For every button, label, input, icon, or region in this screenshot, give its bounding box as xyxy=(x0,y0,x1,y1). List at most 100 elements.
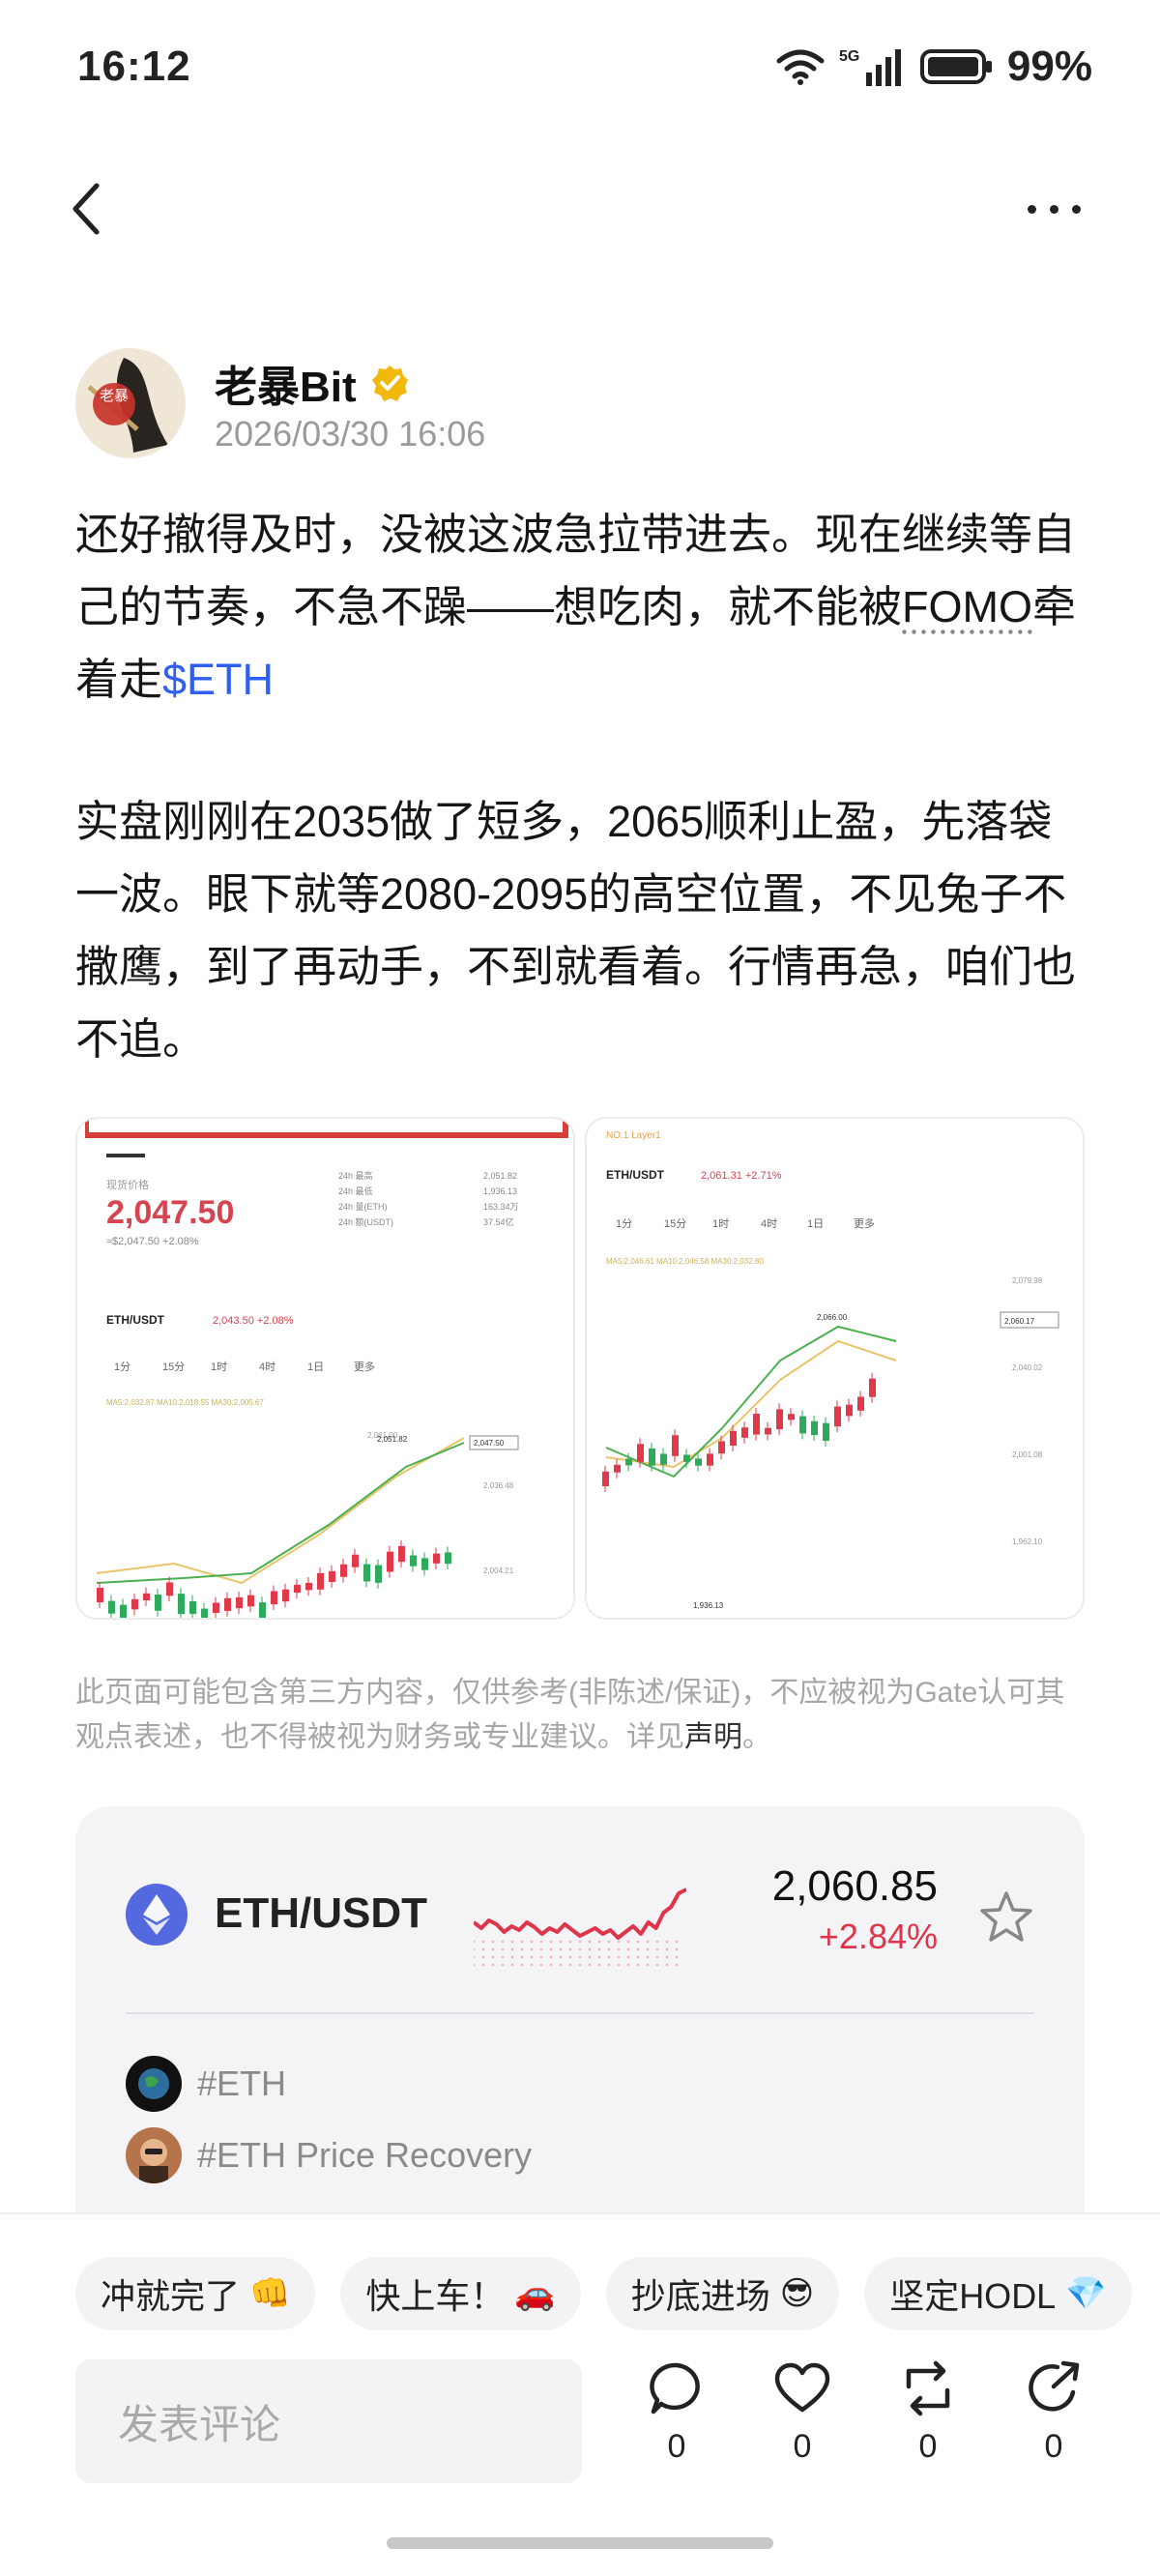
sparkline-dot xyxy=(549,1963,553,1967)
svg-text:24h 最高: 24h 最高 xyxy=(338,1170,373,1181)
candle-body xyxy=(637,1444,644,1462)
svg-text:4时: 4时 xyxy=(259,1361,276,1373)
svg-text:1,936.13: 1,936.13 xyxy=(693,1601,724,1610)
topic-item[interactable]: #ETH Price Recovery xyxy=(126,2127,532,2183)
sparkline-dot xyxy=(559,1963,563,1967)
svg-text:4时: 4时 xyxy=(761,1217,777,1230)
sparkline-dot xyxy=(491,1940,495,1944)
svg-text:2,043.50 +2.08%: 2,043.50 +2.08% xyxy=(213,1315,294,1327)
sparkline-dot xyxy=(665,1955,669,1959)
svg-text:15分: 15分 xyxy=(664,1217,686,1230)
sparkline-dot xyxy=(607,1940,611,1944)
candle-body xyxy=(398,1545,405,1563)
svg-text:2,047.50: 2,047.50 xyxy=(474,1439,505,1448)
sparkline-dot xyxy=(501,1963,505,1967)
candle-body xyxy=(155,1595,161,1611)
quick-reply-chip[interactable]: 抄底进场 😎 xyxy=(605,2257,840,2330)
more-dots-icon xyxy=(1027,204,1036,214)
post-image-1[interactable]: 现货价格 2,047.50 ≈$2,047.50 +2.08% 24h 最高 2,… xyxy=(75,1117,575,1620)
topic-item[interactable]: #ETH xyxy=(126,2056,286,2112)
candle-body xyxy=(788,1414,795,1420)
disclaimer-text: 此页面可能包含第三方内容，仅供参考(非陈述/保证)，不应被视为Gate认可其观点… xyxy=(75,1677,1065,1753)
sparkline-dot xyxy=(675,1963,679,1967)
svg-text:1时: 1时 xyxy=(712,1217,729,1230)
more-dots-icon xyxy=(1071,204,1081,214)
sparkline-dot xyxy=(597,1955,601,1959)
sparkline-dot xyxy=(501,1955,505,1959)
author-name[interactable]: 老暴Bit xyxy=(215,352,409,414)
statement-link[interactable]: 声明 xyxy=(684,1721,742,1753)
candle-body xyxy=(143,1593,150,1601)
candle-body xyxy=(108,1600,115,1614)
sparkline-dot xyxy=(520,1955,524,1959)
fomo-term-link[interactable]: FOMO xyxy=(902,582,1032,631)
eth-tag-link[interactable]: $ETH xyxy=(162,655,274,704)
candle-body xyxy=(445,1552,451,1565)
candle-body xyxy=(340,1564,347,1577)
sparkline-dot xyxy=(588,1955,592,1959)
comment-input[interactable]: 发表评论 xyxy=(75,2359,582,2483)
quick-reply-chip[interactable]: 坚定HODL 💎 xyxy=(864,2257,1132,2330)
sparkline-dot xyxy=(474,1963,476,1967)
wifi-icon xyxy=(776,49,825,85)
sparkline-dot xyxy=(491,1947,495,1951)
candle-body xyxy=(224,1597,231,1611)
sparkline-dot xyxy=(501,1940,505,1944)
verified-badge-icon xyxy=(371,366,408,401)
sparkline-dot xyxy=(474,1947,476,1951)
svg-text:24h 额(USDT): 24h 额(USDT) xyxy=(338,1216,393,1227)
svg-text:15分: 15分 xyxy=(162,1361,185,1373)
favorite-button[interactable] xyxy=(978,1889,1034,1950)
share-button[interactable]: 0 xyxy=(1015,2359,1092,2466)
quick-reply-chip[interactable]: 冲就完了 👊 xyxy=(75,2257,316,2330)
repost-button[interactable]: 0 xyxy=(889,2359,967,2466)
candle-body xyxy=(236,1596,243,1609)
quick-reply-chip[interactable]: 快上车！ 🚗 xyxy=(340,2257,581,2330)
share-icon xyxy=(1029,2360,1080,2412)
market-card[interactable]: ETH/USDT 2,060.85 +2.84% #ETH #ETH Price… xyxy=(75,1806,1085,2270)
candle-body xyxy=(649,1448,655,1466)
sparkline-dot xyxy=(578,1947,582,1951)
post-images: 现货价格 2,047.50 ≈$2,047.50 +2.08% 24h 最高 2,… xyxy=(75,1117,1085,1620)
avatar[interactable]: 老暴 xyxy=(75,348,186,458)
sparkline-dot xyxy=(636,1947,640,1951)
post-image-2[interactable]: NO.1 Layer1 ETH/USDT 2,061.31 +2.71% 1分 … xyxy=(585,1117,1085,1620)
sparkline-dot xyxy=(665,1963,669,1967)
like-button[interactable]: 0 xyxy=(764,2359,841,2466)
svg-text:1分: 1分 xyxy=(114,1361,130,1373)
diamond-emoji-icon: 💎 xyxy=(1065,2274,1107,2313)
sparkline-dot xyxy=(520,1947,524,1951)
sparkline-dot xyxy=(636,1940,640,1944)
sparkline-dot xyxy=(539,1963,543,1967)
nav-bar xyxy=(0,164,1160,251)
sparkline-dot xyxy=(568,1947,572,1951)
comment-button[interactable]: 0 xyxy=(638,2359,715,2466)
author-name-text: 老暴Bit xyxy=(215,364,357,411)
candle-body xyxy=(421,1558,428,1570)
sparkline-dot xyxy=(474,1940,476,1944)
sparkline-dot xyxy=(578,1940,582,1944)
sparkline-dot xyxy=(530,1940,534,1944)
sparkline-dot xyxy=(549,1955,553,1959)
candle-body xyxy=(776,1409,783,1430)
post-paragraph-1: 还好撤得及时，没被这波急拉带进去。现在继续等自己的节奏，不急不躁——想吃肉，就不… xyxy=(75,498,1090,716)
sparkline-dot xyxy=(530,1963,534,1967)
back-button[interactable] xyxy=(68,178,126,240)
svg-text:2,060.17: 2,060.17 xyxy=(1004,1317,1035,1326)
candle-body xyxy=(869,1378,876,1397)
sparkline-dot xyxy=(491,1955,495,1959)
share-count: 0 xyxy=(1044,2428,1063,2465)
sparkline-dot xyxy=(655,1955,659,1959)
candle-body xyxy=(765,1427,771,1435)
svg-text:24h 最低: 24h 最低 xyxy=(338,1186,373,1196)
sparkline-dot xyxy=(655,1940,659,1944)
candle-body xyxy=(811,1420,818,1436)
more-button[interactable] xyxy=(1015,178,1092,240)
topic-avatar-recovery xyxy=(126,2127,182,2183)
sparkline-dot xyxy=(501,1947,505,1951)
candle-body xyxy=(614,1464,621,1473)
sunglasses-emoji-icon: 😎 xyxy=(779,2274,815,2313)
candle-body xyxy=(857,1396,864,1411)
candle-body xyxy=(352,1554,359,1567)
sparkline-dot xyxy=(675,1947,679,1951)
